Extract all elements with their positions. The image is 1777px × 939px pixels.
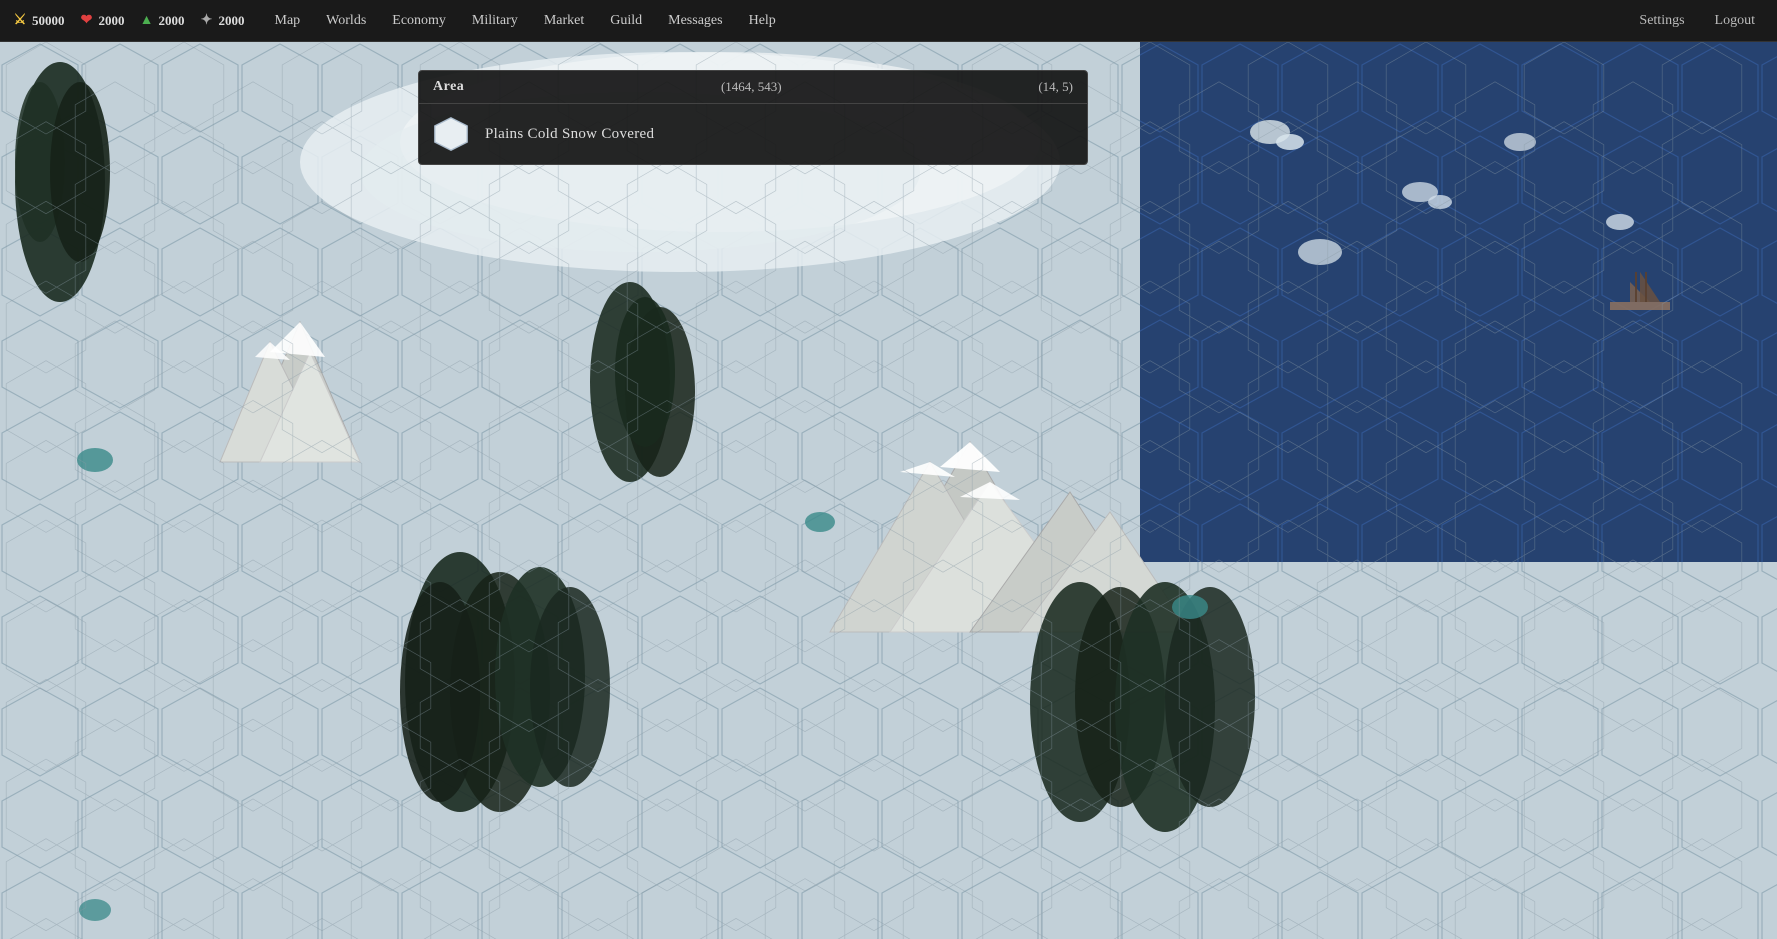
people-value: 50000 bbox=[32, 13, 65, 29]
growth-icon: ▲ bbox=[139, 13, 155, 29]
nav-market[interactable]: Market bbox=[534, 9, 594, 33]
terrain-name: Plains Cold Snow Covered bbox=[485, 126, 654, 143]
nav-worlds[interactable]: Worlds bbox=[316, 9, 376, 33]
terrain-hex-icon bbox=[433, 116, 469, 152]
resource-coins: ✦ 2000 bbox=[199, 13, 245, 29]
tooltip-grid-ref: (14, 5) bbox=[1038, 79, 1073, 95]
resource-bar: ⚔ 50000 ❤ 2000 ▲ 2000 ✦ 2000 bbox=[12, 13, 245, 29]
health-value: 2000 bbox=[99, 13, 125, 29]
coins-icon: ✦ bbox=[199, 13, 215, 29]
nav-map[interactable]: Map bbox=[265, 9, 311, 33]
resource-people: ⚔ 50000 bbox=[12, 13, 65, 29]
tooltip-title: Area bbox=[433, 79, 464, 95]
map-container[interactable]: Area (1464, 543) (14, 5) Plains Cold Sno… bbox=[0, 42, 1777, 939]
nav-messages[interactable]: Messages bbox=[658, 9, 732, 33]
nav-right: Settings Logout bbox=[1629, 9, 1765, 33]
resource-growth: ▲ 2000 bbox=[139, 13, 185, 29]
nav-military[interactable]: Military bbox=[462, 9, 528, 33]
main-nav: Map Worlds Economy Military Market Guild… bbox=[265, 9, 786, 33]
resource-health: ❤ 2000 bbox=[79, 13, 125, 29]
tooltip-header: Area (1464, 543) (14, 5) bbox=[419, 71, 1087, 104]
nav-help[interactable]: Help bbox=[739, 9, 786, 33]
nav-settings[interactable]: Settings bbox=[1629, 9, 1694, 33]
nav-logout[interactable]: Logout bbox=[1705, 9, 1765, 33]
nav-economy[interactable]: Economy bbox=[382, 9, 456, 33]
coins-value: 2000 bbox=[219, 13, 245, 29]
navbar: ⚔ 50000 ❤ 2000 ▲ 2000 ✦ 2000 Map Worlds … bbox=[0, 0, 1777, 42]
nav-guild[interactable]: Guild bbox=[600, 9, 652, 33]
map-svg[interactable] bbox=[0, 42, 1777, 939]
health-icon: ❤ bbox=[79, 13, 95, 29]
area-tooltip: Area (1464, 543) (14, 5) Plains Cold Sno… bbox=[418, 70, 1088, 165]
tooltip-body: Plains Cold Snow Covered bbox=[419, 104, 1087, 164]
tooltip-coords: (1464, 543) bbox=[721, 79, 782, 95]
people-icon: ⚔ bbox=[12, 13, 28, 29]
growth-value: 2000 bbox=[159, 13, 185, 29]
